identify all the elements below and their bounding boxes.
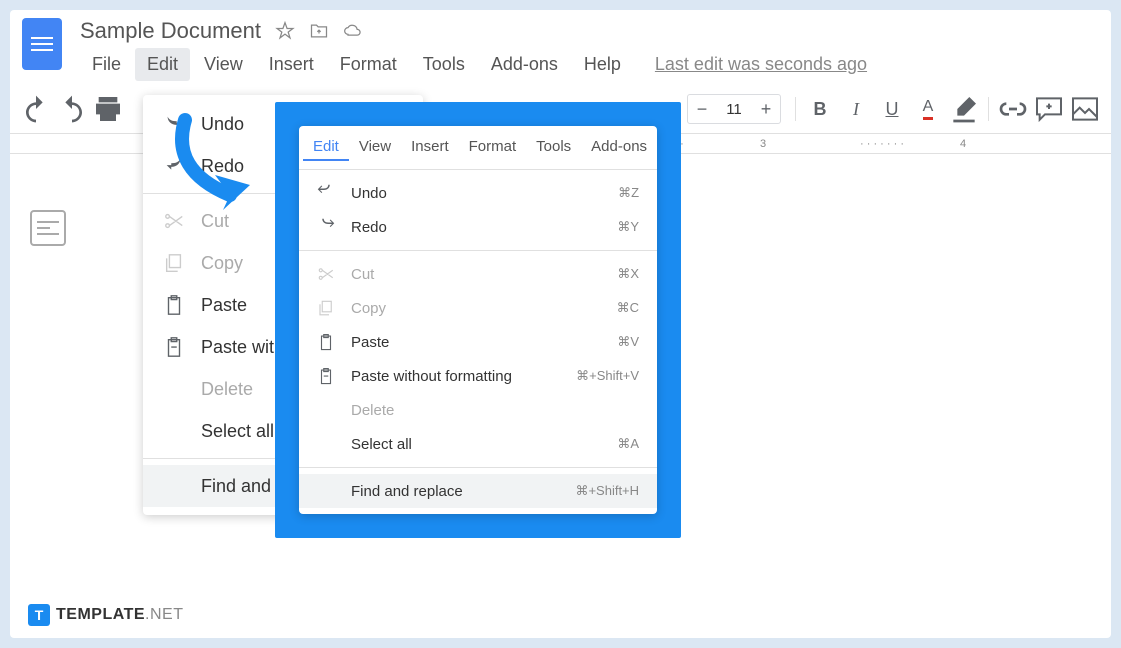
insert-comment-button[interactable]	[1033, 93, 1065, 125]
callout-menu-edit[interactable]: Edit	[303, 134, 349, 161]
underline-button[interactable]: U	[876, 93, 908, 125]
callout-menu-insert[interactable]: Insert	[401, 134, 459, 161]
italic-button[interactable]: I	[840, 93, 872, 125]
clipboard-plain-icon	[317, 367, 335, 385]
shortcut: ⌘X	[617, 266, 639, 282]
move-folder-icon[interactable]	[309, 21, 329, 41]
ruler-tick-3: 3	[760, 138, 860, 150]
app-window: Sample Document File Edit View Insert Fo…	[10, 10, 1111, 638]
clipboard-icon	[163, 294, 185, 316]
co-delete-item[interactable]: Delete	[299, 393, 657, 427]
shortcut: ⌘Z	[618, 185, 639, 201]
ruler-tick-4: 4	[960, 138, 1060, 150]
watermark: T TEMPLATE.NET	[28, 604, 183, 626]
co-paste-wo-item[interactable]: Paste without formatting ⌘+Shift+V	[299, 359, 657, 393]
menu-tools[interactable]: Tools	[411, 48, 477, 81]
callout-menu-tools[interactable]: Tools	[526, 134, 581, 161]
callout-menubar: Edit View Insert Format Tools Add-ons	[299, 126, 657, 170]
outline-panel	[30, 210, 66, 246]
callout-menu-addons[interactable]: Add-ons	[581, 134, 657, 161]
cloud-status-icon[interactable]	[343, 21, 363, 41]
callout-menu-format[interactable]: Format	[459, 134, 527, 161]
menu-view[interactable]: View	[192, 48, 255, 81]
last-edit-link[interactable]: Last edit was seconds ago	[655, 54, 867, 75]
highlight-button[interactable]	[948, 93, 980, 125]
shortcut: ⌘+Shift+V	[576, 368, 639, 384]
docs-logo-icon[interactable]	[22, 18, 62, 70]
clipboard-icon	[317, 333, 335, 351]
header: Sample Document File Edit View Insert Fo…	[10, 10, 1111, 81]
shortcut: ⌘+Shift+H	[575, 483, 639, 499]
redo-button[interactable]	[56, 93, 88, 125]
font-size-decrease[interactable]: −	[688, 95, 716, 123]
insert-image-button[interactable]	[1069, 93, 1101, 125]
callout-menu-view[interactable]: View	[349, 134, 401, 161]
shortcut: ⌘C	[617, 300, 639, 316]
shortcut: ⌘Y	[617, 219, 639, 235]
outline-icon[interactable]	[30, 210, 66, 246]
print-button[interactable]	[92, 93, 124, 125]
undo-icon	[317, 184, 335, 202]
star-icon[interactable]	[275, 21, 295, 41]
shortcut: ⌘A	[617, 436, 639, 452]
menu-insert[interactable]: Insert	[257, 48, 326, 81]
co-cut-item[interactable]: Cut ⌘X	[299, 257, 657, 291]
menu-file[interactable]: File	[80, 48, 133, 81]
co-paste-item[interactable]: Paste ⌘V	[299, 325, 657, 359]
watermark-text: TEMPLATE.NET	[56, 606, 183, 624]
co-undo-item[interactable]: Undo ⌘Z	[299, 176, 657, 210]
undo-button[interactable]	[20, 93, 52, 125]
font-size-control: − 11 +	[687, 94, 781, 124]
bold-button[interactable]: B	[804, 93, 836, 125]
shortcut: ⌘V	[617, 334, 639, 350]
copy-icon	[317, 299, 335, 317]
menu-addons[interactable]: Add-ons	[479, 48, 570, 81]
co-select-all-item[interactable]: Select all ⌘A	[299, 427, 657, 461]
document-title[interactable]: Sample Document	[80, 18, 261, 44]
menu-help[interactable]: Help	[572, 48, 633, 81]
insert-link-button[interactable]	[997, 93, 1029, 125]
co-redo-item[interactable]: Redo ⌘Y	[299, 210, 657, 244]
clipboard-plain-icon	[163, 336, 185, 358]
watermark-icon: T	[28, 604, 50, 626]
text-color-button[interactable]: A	[912, 93, 944, 125]
redo-icon	[317, 218, 335, 236]
callout-arrow-icon	[155, 110, 275, 235]
copy-icon	[163, 252, 185, 274]
callout-panel: Edit View Insert Format Tools Add-ons Un…	[275, 102, 681, 538]
font-size-value[interactable]: 11	[716, 101, 752, 118]
co-copy-item[interactable]: Copy ⌘C	[299, 291, 657, 325]
scissors-icon	[317, 265, 335, 283]
co-find-replace-item[interactable]: Find and replace ⌘+Shift+H	[299, 474, 657, 508]
menu-format[interactable]: Format	[328, 48, 409, 81]
menubar: File Edit View Insert Format Tools Add-o…	[80, 48, 1099, 81]
ruler-tick: · · · · · · ·	[860, 138, 960, 150]
menu-edit[interactable]: Edit	[135, 48, 190, 81]
font-size-increase[interactable]: +	[752, 95, 780, 123]
